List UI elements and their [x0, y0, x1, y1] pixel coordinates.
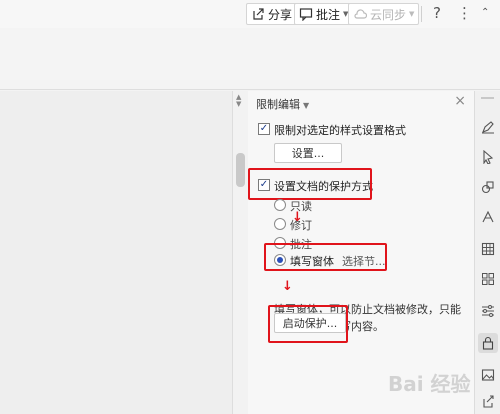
app-window: 分享 批注 ▼ 云同步 ▼ ? ⋮ ⌃ ▲ ▼ 限制编辑 ▼ × ✓ 限制对选定…: [0, 0, 500, 414]
share-button[interactable]: 分享: [246, 3, 298, 25]
radio-revision[interactable]: [274, 218, 286, 230]
close-icon[interactable]: ×: [454, 93, 466, 109]
radio-read-only[interactable]: [274, 199, 286, 211]
vertical-scrollbar[interactable]: ▲ ▼: [232, 91, 248, 414]
chevron-down-icon: ▼: [409, 10, 415, 18]
table-icon[interactable]: [478, 239, 498, 259]
grip-handle[interactable]: [481, 97, 494, 99]
watermark-logo: Bai 经验: [388, 372, 471, 396]
shapes-icon[interactable]: [478, 177, 498, 197]
more-icon[interactable]: ⋮: [457, 4, 472, 22]
cloud-sync-button[interactable]: 云同步 ▼: [348, 3, 420, 25]
document-canvas[interactable]: [0, 91, 232, 414]
format-restriction-label: 限制对选定的样式设置格式: [274, 124, 406, 137]
share-label: 分享: [268, 7, 293, 22]
cloud-icon: [354, 9, 367, 19]
highlight-box-start-protection: [268, 305, 348, 343]
cursor-icon[interactable]: [478, 147, 498, 167]
top-toolbar: 分享 批注 ▼ 云同步 ▼ ? ⋮ ⌃: [0, 0, 500, 28]
comment-button[interactable]: 批注 ▼: [294, 3, 354, 25]
help-icon[interactable]: ?: [433, 4, 441, 22]
apps-icon[interactable]: [478, 269, 498, 289]
pen-icon[interactable]: [478, 117, 498, 137]
comment-label: 批注: [316, 7, 341, 22]
right-tool-strip: [474, 91, 500, 414]
highlight-box-protection: [248, 168, 372, 200]
ribbon-area: [0, 28, 500, 90]
share-out-icon[interactable]: [478, 391, 498, 411]
toolbar-divider: [421, 6, 422, 22]
scrollbar-thumb[interactable]: [236, 153, 245, 187]
cloud-sync-label: 云同步: [370, 7, 407, 22]
comment-icon: [299, 8, 313, 21]
style-icon[interactable]: [478, 207, 498, 227]
share-icon: [253, 8, 264, 20]
restrict-editing-panel: 限制编辑 ▼ × ✓ 限制对选定的样式设置格式 设置... ✓ 设置文档的保护方式…: [248, 91, 474, 414]
red-arrow-down-icon: ↓: [282, 279, 293, 294]
collapse-icon[interactable]: ⌃: [481, 7, 489, 18]
settings-sliders-icon[interactable]: [478, 301, 498, 321]
scroll-down-icon[interactable]: ▼: [236, 101, 241, 108]
highlight-box-fill-forms: [264, 243, 387, 271]
panel-title[interactable]: 限制编辑 ▼: [256, 96, 309, 112]
red-arrow-down-icon: ↓: [292, 210, 303, 225]
lock-icon[interactable]: [478, 333, 498, 353]
format-restriction-checkbox[interactable]: ✓: [258, 123, 270, 135]
image-icon[interactable]: [478, 365, 498, 385]
settings-button[interactable]: 设置...: [274, 143, 342, 163]
panel-title-label: 限制编辑: [256, 98, 300, 111]
document-page[interactable]: [0, 91, 232, 414]
chevron-down-icon: ▼: [303, 101, 310, 110]
